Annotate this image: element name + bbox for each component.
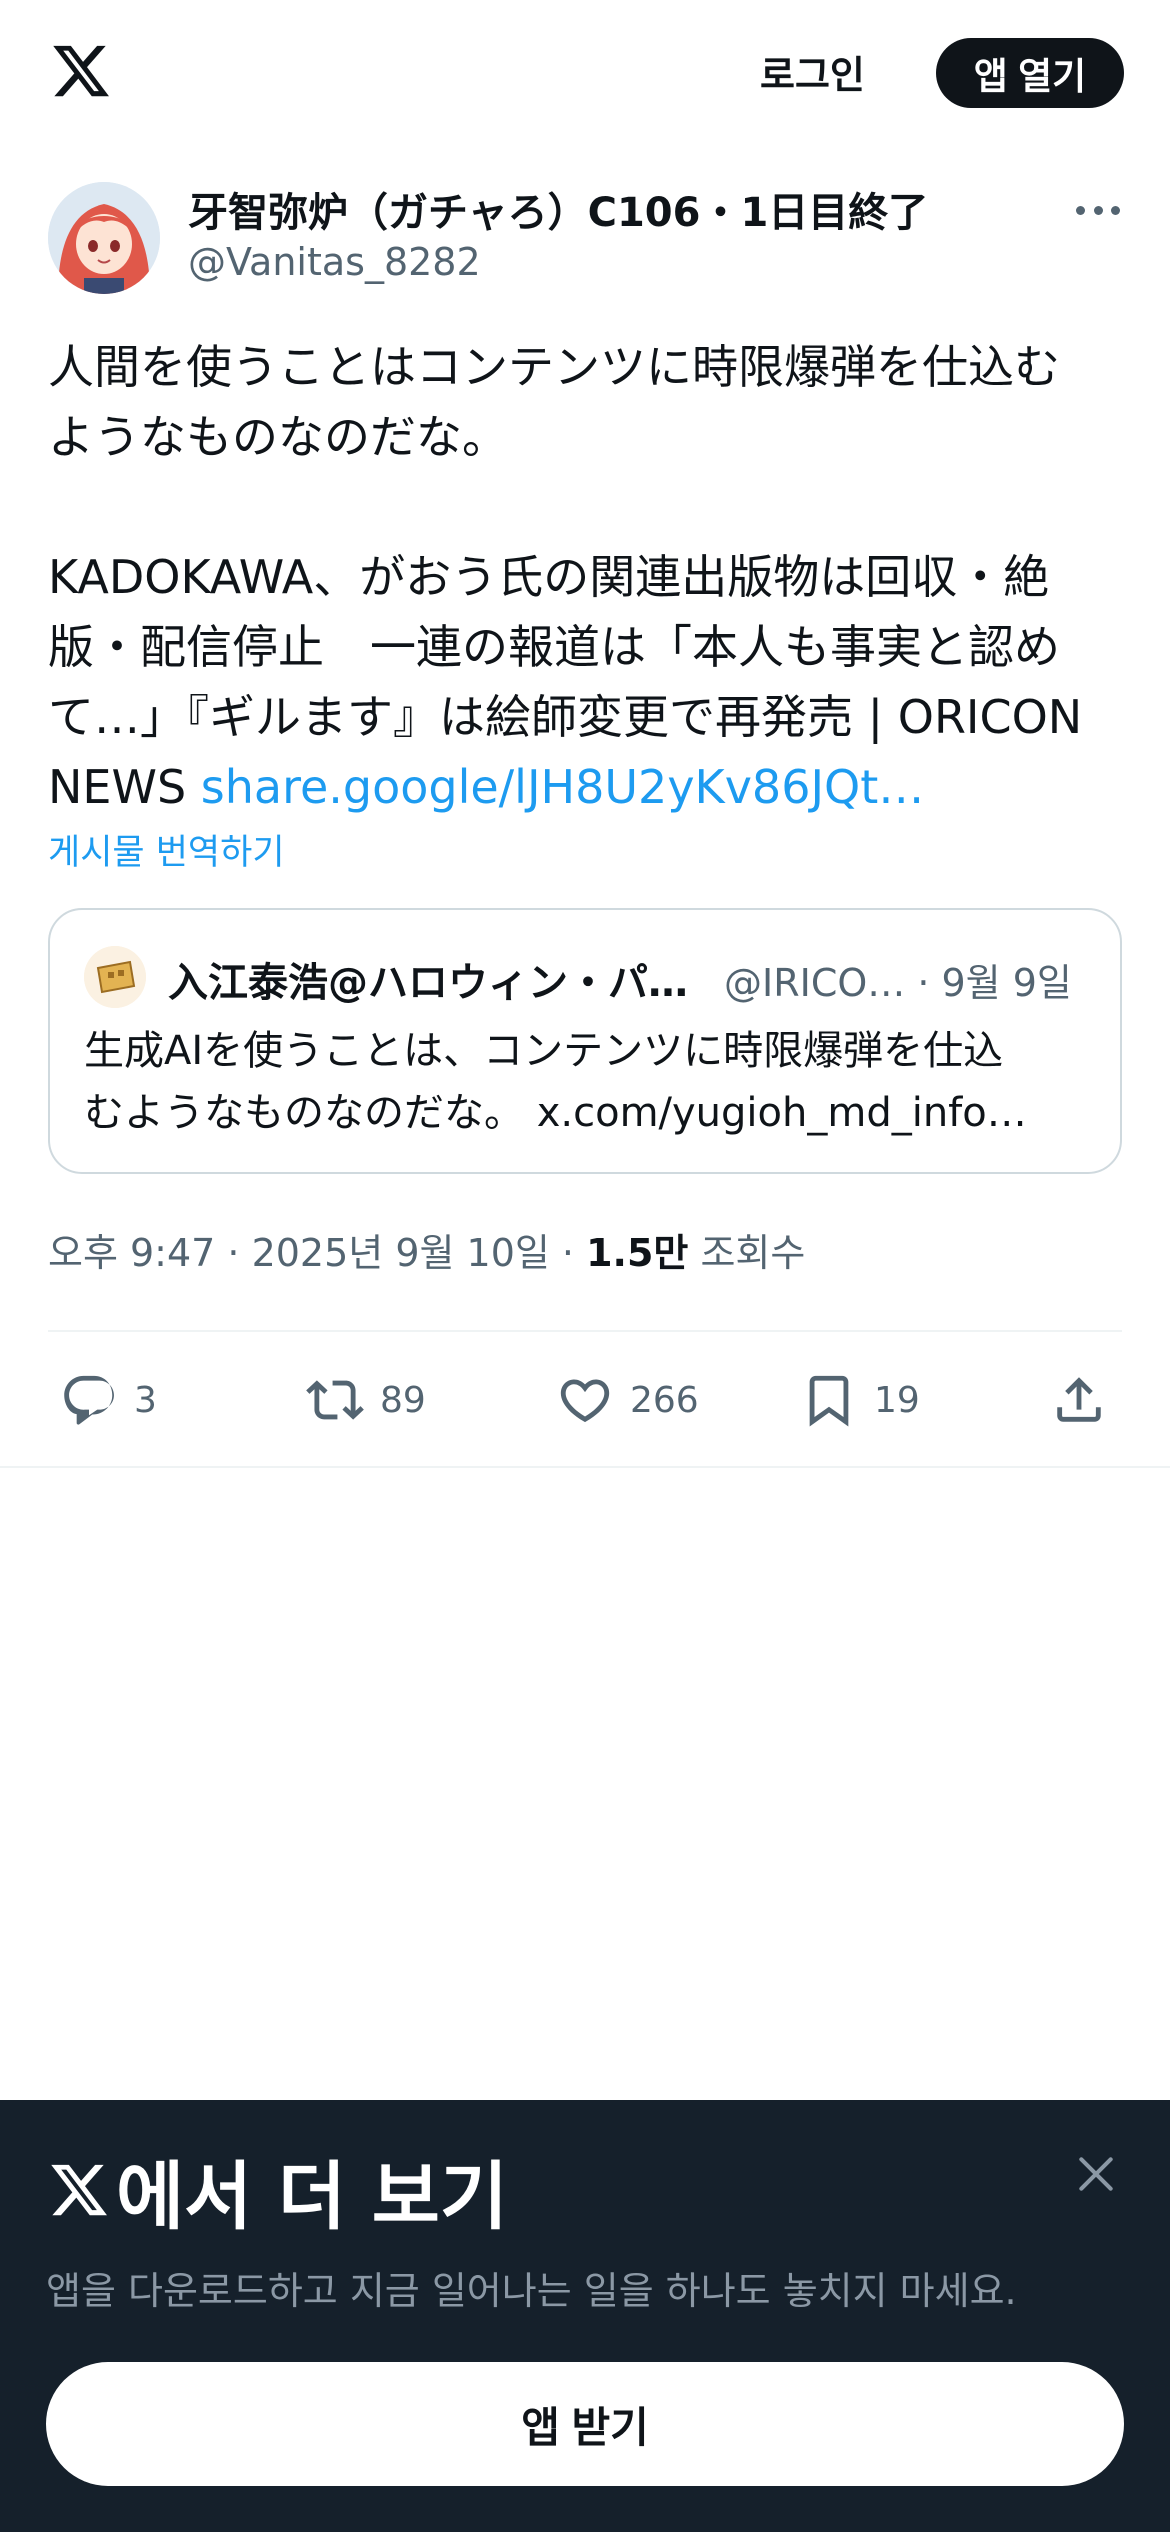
top-bar: 로그인 앱 열기 [0,0,1170,150]
get-app-button[interactable]: 앱 받기 [46,2362,1124,2486]
tweet-text-line: NEWS share.google/lJH8U2yKv86JQt… [48,752,1128,822]
close-icon[interactable] [1074,2152,1118,2196]
tweet-text-line: 版・配信停止 一連の報道は「本人も事実と認め [48,620,1060,674]
tweet-text-line [48,472,1128,542]
avatar-image [84,946,146,1008]
tweet-text-line: て…」『ギルます』は絵師変更で再発売 | ORICON [48,690,1083,744]
tweet-text-line: ようなものなのだな。 [48,410,508,464]
quoted-text-line: 生成AIを使うことは、コンテンツに時限爆弾を仕込 [84,1028,1004,1074]
retweet-icon [306,1380,364,1420]
bookmark-icon [809,1375,849,1427]
bookmark-button[interactable]: 19 [800,1370,920,1430]
open-app-button[interactable]: 앱 열기 [936,38,1124,108]
x-logo-icon [51,2164,107,2216]
author-name[interactable]: 牙智弥炉（ガチャろ）C106・1日目終了 [188,180,928,238]
reply-button[interactable]: 3 [60,1370,157,1430]
quoted-tweet-card[interactable]: 入江泰浩@ハロウィン・パ… @IRICO… · 9월 9일 生成AIを使うことは… [48,908,1122,1174]
tweet-link[interactable]: share.google/lJH8U2yKv86JQt… [201,760,925,814]
avatar-image [48,182,160,294]
more-options-icon[interactable] [1070,190,1126,230]
share-icon [1057,1377,1101,1422]
sheet-title: 에서 더 보기 [46,2140,508,2240]
tweet-text: 人間を使うことはコンテンツに時限爆弾を仕込む ようなものなのだな。 KADOKA… [48,332,1128,822]
bookmark-count: 19 [874,1379,920,1421]
tweet-timestamp[interactable]: 오후 9:47 · 2025년 9월 10일 · [48,1231,586,1275]
author-avatar[interactable] [48,182,160,294]
tweet-text-line: 人間を使うことはコンテンツに時限爆弾を仕込む [48,340,1060,394]
divider [48,1330,1122,1332]
quoted-author-name: 入江泰浩@ハロウィン・パ… [168,960,688,1006]
share-button[interactable] [1050,1370,1108,1430]
like-count: 266 [630,1379,699,1421]
sheet-subtitle: 앱을 다운로드하고 지금 일어나는 일을 하나도 놓치지 마세요. [46,2269,1017,2313]
sheet-title-text: 에서 더 보기 [116,2153,508,2240]
views-count: 1.5만 [586,1231,689,1275]
divider [0,1466,1170,1468]
tweet-text-prefix: NEWS [48,760,201,814]
heart-icon [560,1379,610,1423]
login-link[interactable]: 로그인 [760,44,865,99]
tweet-meta: 오후 9:47 · 2025년 9월 10일 · 1.5만 조회수 [48,1222,805,1277]
retweet-button[interactable]: 89 [306,1370,426,1430]
tweet-actions: 3 89 266 19 [0,1350,1170,1450]
translate-post-link[interactable]: 게시물 번역하기 [48,824,285,875]
like-button[interactable]: 266 [556,1370,699,1430]
reply-count: 3 [134,1379,157,1421]
app-promo-sheet: 에서 더 보기 앱을 다운로드하고 지금 일어나는 일을 하나도 놓치지 마세요… [0,2100,1170,2532]
reply-icon [64,1375,114,1425]
quoted-handle-date: @IRICO… · 9월 9일 [724,961,1072,1005]
quoted-author-avatar [84,946,146,1008]
tweet-text-line: KADOKAWA、がおう氏の関連出版物は回収・絶 [48,550,1050,604]
quoted-tweet-text: 生成AIを使うことは、コンテンツに時限爆弾を仕込 むようなものなのだな。 x.c… [84,1020,1094,1144]
x-logo-icon[interactable] [48,40,114,102]
retweet-count: 89 [380,1379,426,1421]
author-handle[interactable]: @Vanitas_8282 [188,240,481,284]
quoted-text-line: むようなものなのだな。 x.com/yugioh_md_info… [84,1090,1027,1136]
views-label: 조회수 [688,1231,806,1275]
